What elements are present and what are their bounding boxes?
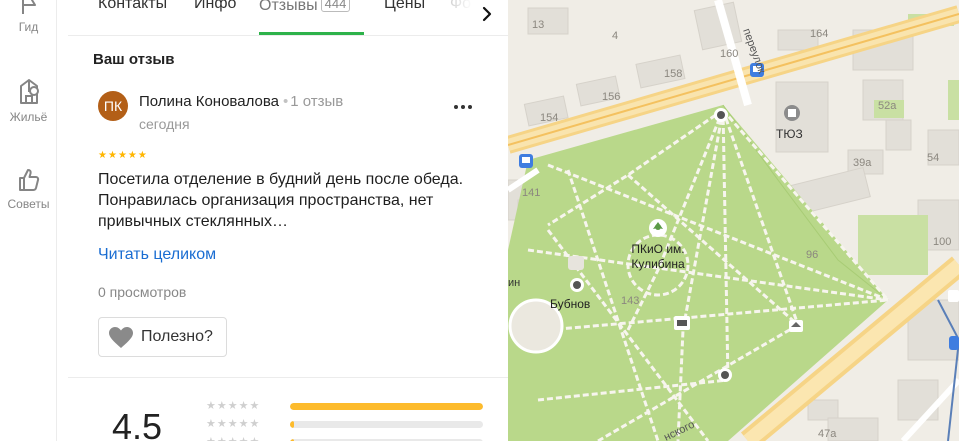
map[interactable]: 13 4 160 164 158 156 154 52а 54 39а 141 … [508,0,959,441]
house-number: 143 [621,295,639,307]
stars-row-icon: ★★★★★ [206,399,261,412]
house-number: 96 [806,249,818,261]
read-more-link[interactable]: Читать целиком [98,246,216,264]
left-rail: Гид Жильё Советы [0,0,57,441]
tabs-next-button[interactable] [473,0,501,29]
divider [68,377,508,378]
flag-icon [21,0,36,14]
star-icon: ★ [127,150,137,161]
rail-item-guide[interactable]: Гид [0,0,57,34]
review-author-line: Полина Коновалова • 1 отзыв [139,93,343,110]
your-review-title: Ваш отзыв [93,51,175,68]
house-number: 47а [818,428,837,440]
chevron-right-icon [482,6,492,22]
useful-button[interactable]: Полезно? [98,317,227,357]
rating-bar-fill [290,403,483,410]
star-icon: ★ [107,150,117,161]
stars-row-icon: ★★★★★ [206,436,284,441]
tab-contacts[interactable]: Контакты [98,0,167,13]
dot [454,105,458,109]
rail-item-housing[interactable]: Жильё [0,76,57,124]
house-number: 39а [853,157,872,169]
park-label-line-2: Кулибина [631,257,685,271]
rail-label-tips: Советы [7,197,50,211]
avatar[interactable]: ПК [98,91,128,121]
map-canvas[interactable]: 13 4 160 164 158 156 154 52а 54 39а 141 … [508,0,959,441]
rating-bar-5 [290,403,483,410]
house-number: 160 [720,48,738,60]
monument-poi-icon[interactable] [714,108,728,122]
dot [468,105,472,109]
rail-label-housing: Жильё [9,110,48,124]
park-poi-icon[interactable] [649,219,667,237]
rating-bar-4 [290,421,483,428]
monument-poi-icon[interactable] [570,278,584,292]
tab-reviews[interactable]: Отзывы 444 [259,0,351,15]
kiosk-poi-icon[interactable] [789,320,803,332]
separator-dot: • [282,93,289,110]
useful-button-label: Полезно? [141,328,213,345]
stars-row-icon: ★★★★★ [206,417,261,430]
star-icon: ★ [117,150,127,161]
review-text: Посетила отделение в будний день после о… [98,171,464,230]
house-number: 4 [612,30,618,42]
park-label-line-1: ПКиО им. [631,242,684,256]
building-icon [19,79,39,104]
views-count: 0 просмотров [98,284,187,300]
active-tab-indicator [259,32,364,35]
house-number: 158 [664,68,682,80]
house-number: 52а [878,100,897,112]
bus-stop-icon[interactable] [519,154,533,168]
star-icon: ★ [137,150,147,161]
monument-poi-icon[interactable] [718,368,732,382]
kiosk-poi-icon[interactable] [674,316,690,330]
rating-bar-fill [290,421,294,428]
review-date: сегодня [139,116,190,132]
street-label: ин [508,277,520,289]
dot [461,105,465,109]
tab-prices[interactable]: Цены [384,0,425,13]
tab-info[interactable]: Инфо [194,0,236,13]
house-number: 54 [927,152,939,164]
star-icon: ★ [98,150,107,161]
org-panel: Контакты Инфо Отзывы444 Цены Фо Ваш отзы… [68,0,508,441]
review-stars: ★ ★ ★ ★ ★ [98,151,147,161]
rating-row-3: ★★★★★ [206,435,284,441]
more-options-button[interactable] [450,97,476,117]
house-number: 13 [532,19,544,31]
thumbs-up-icon [18,169,39,191]
bubnov-label: Бубнов [550,297,590,311]
average-rating: 4.5 [112,406,163,441]
house-number: 164 [810,28,828,40]
tab-bar: Контакты Инфо Отзывы444 Цены Фо [68,0,508,36]
theater-poi-icon[interactable] [784,105,800,121]
kiosk-poi-icon[interactable] [948,290,959,302]
tab-reviews-label: Отзывы [259,0,318,14]
rating-row-5: ★★★★★ [206,399,284,413]
house-number: 156 [602,91,620,103]
rail-label-guide: Гид [18,20,39,34]
review-author-count: 1 отзыв [290,93,344,110]
kiosk-poi-icon[interactable] [568,256,584,270]
reviews-count-badge: 444 [320,0,351,12]
house-number: 100 [933,236,951,248]
house-number: 141 [522,187,540,199]
rail-item-tips[interactable]: Советы [0,167,57,211]
rating-row-4: ★★★★★ [206,417,284,431]
theater-label: ТЮЗ [776,127,803,141]
bus-stop-icon[interactable] [949,336,959,350]
heart-icon [109,326,133,348]
house-number: 154 [540,112,558,124]
review-author-name[interactable]: Полина Коновалова [139,93,279,110]
